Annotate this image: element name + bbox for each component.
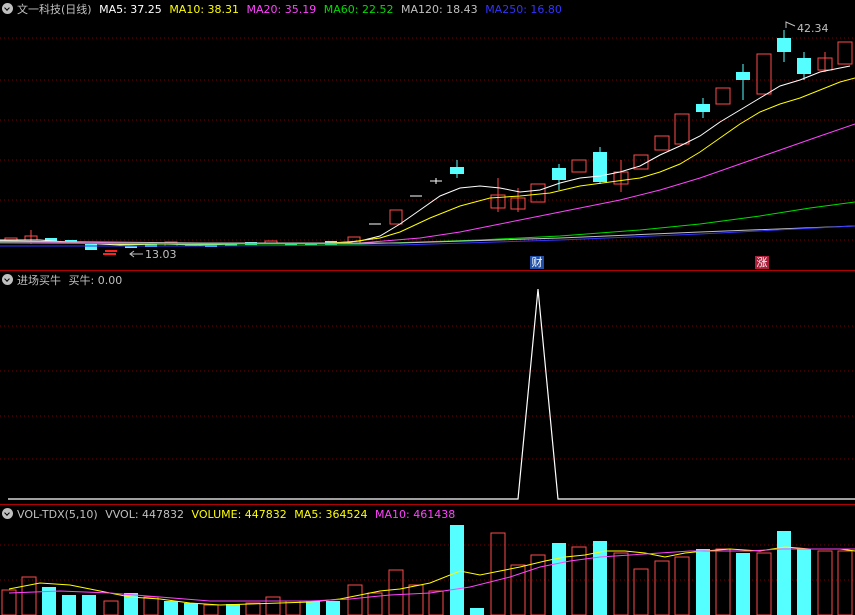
ma5-line [0, 65, 851, 246]
high-price-label: 42.34 [797, 22, 829, 35]
volume-chart [0, 525, 855, 615]
limit-up-badge[interactable]: 涨 [755, 256, 769, 269]
signal-line [8, 288, 855, 500]
volume-panel: VOL-TDX(5,10) VVOL: 447832 VOLUME: 44783… [0, 505, 855, 615]
price-chart [0, 21, 855, 258]
volume-bars [1, 525, 853, 615]
price-panel: 文一科技(日线) MA5: 37.25 MA10: 38.31 MA20: 35… [0, 0, 855, 270]
low-price-label: 13.03 [145, 248, 177, 261]
finance-badge[interactable]: 财 [530, 256, 544, 269]
ma10-line [0, 77, 855, 245]
signal-panel: 进场买牛 买牛: 0.00 [0, 271, 855, 504]
signal-chart [0, 288, 855, 500]
ma20-line [0, 123, 855, 245]
ma60-line [0, 201, 855, 245]
